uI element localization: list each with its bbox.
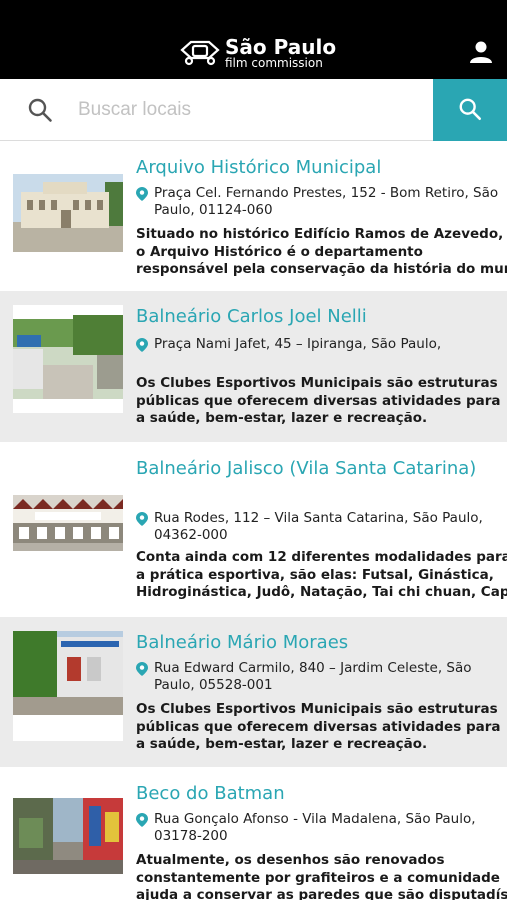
- map-pin-icon: [136, 662, 148, 676]
- search-button[interactable]: [433, 79, 507, 141]
- logo-title: São Paulo: [225, 35, 337, 59]
- logo[interactable]: São Paulo film commission: [179, 36, 339, 72]
- map-pin-icon: [136, 338, 148, 352]
- location-address: Rua Rodes, 112 – Vila Santa Catarina, Sã…: [136, 510, 507, 544]
- app-header: São Paulo film commission: [0, 0, 507, 79]
- search-bar: [0, 79, 507, 141]
- location-thumbnail: [13, 174, 123, 252]
- location-title[interactable]: Beco do Batman: [136, 782, 502, 805]
- location-address: Rua Edward Carmilo, 840 – Jardim Celeste…: [136, 660, 507, 694]
- location-address: Praça Nami Jafet, 45 – Ipiranga, São Pau…: [136, 336, 507, 353]
- location-description: Conta ainda com 12 diferentes modalidade…: [136, 549, 507, 600]
- search-input[interactable]: [78, 93, 418, 127]
- location-description: Os Clubes Esportivos Municipais são estr…: [136, 701, 501, 752]
- address-text: Rua Rodes, 112 – Vila Santa Catarina, Sã…: [154, 510, 483, 543]
- address-text: Rua Gonçalo Afonso - Vila Madalena, São …: [154, 811, 476, 844]
- location-thumbnail: [13, 305, 123, 413]
- address-text: Praça Nami Jafet, 45 – Ipiranga, São Pau…: [154, 336, 442, 352]
- search-icon: [28, 98, 52, 122]
- location-thumbnail: [13, 798, 123, 874]
- address-text: Praça Cel. Fernando Prestes, 152 - Bom R…: [154, 185, 499, 218]
- list-item[interactable]: Balneário Jalisco (Vila Santa Catarina) …: [0, 443, 507, 616]
- location-title[interactable]: Balneário Mário Moraes: [136, 631, 502, 654]
- location-title[interactable]: Balneário Carlos Joel Nelli: [136, 305, 502, 328]
- list-item[interactable]: Balneário Mário Moraes Rua Edward Carmil…: [0, 617, 507, 767]
- location-address: Praça Cel. Fernando Prestes, 152 - Bom R…: [136, 185, 507, 219]
- search-icon: [459, 98, 481, 120]
- user-icon[interactable]: [469, 40, 493, 64]
- list-item[interactable]: Beco do Batman Rua Gonçalo Afonso - Vila…: [0, 768, 507, 900]
- location-title[interactable]: Balneário Jalisco (Vila Santa Catarina): [136, 457, 502, 503]
- location-title[interactable]: Arquivo Histórico Municipal: [136, 156, 502, 179]
- map-pin-icon: [136, 512, 148, 526]
- camera-logo-icon: [180, 40, 220, 66]
- list-item[interactable]: Arquivo Histórico Municipal Praça Cel. F…: [0, 142, 507, 290]
- map-pin-icon: [136, 813, 148, 827]
- map-pin-icon: [136, 187, 148, 201]
- location-description: Situado no histórico Edifício Ramos de A…: [136, 226, 507, 277]
- logo-subtitle: film commission: [225, 56, 323, 70]
- location-description: Os Clubes Esportivos Municipais são estr…: [136, 375, 501, 426]
- location-description: Atualmente, os desenhos são renovados co…: [136, 852, 507, 900]
- location-thumbnail: [13, 495, 123, 551]
- location-address: Rua Gonçalo Afonso - Vila Madalena, São …: [136, 811, 507, 845]
- list-item[interactable]: Balneário Carlos Joel Nelli Praça Nami J…: [0, 291, 507, 442]
- address-text: Rua Edward Carmilo, 840 – Jardim Celeste…: [154, 660, 472, 693]
- location-thumbnail: [13, 631, 123, 741]
